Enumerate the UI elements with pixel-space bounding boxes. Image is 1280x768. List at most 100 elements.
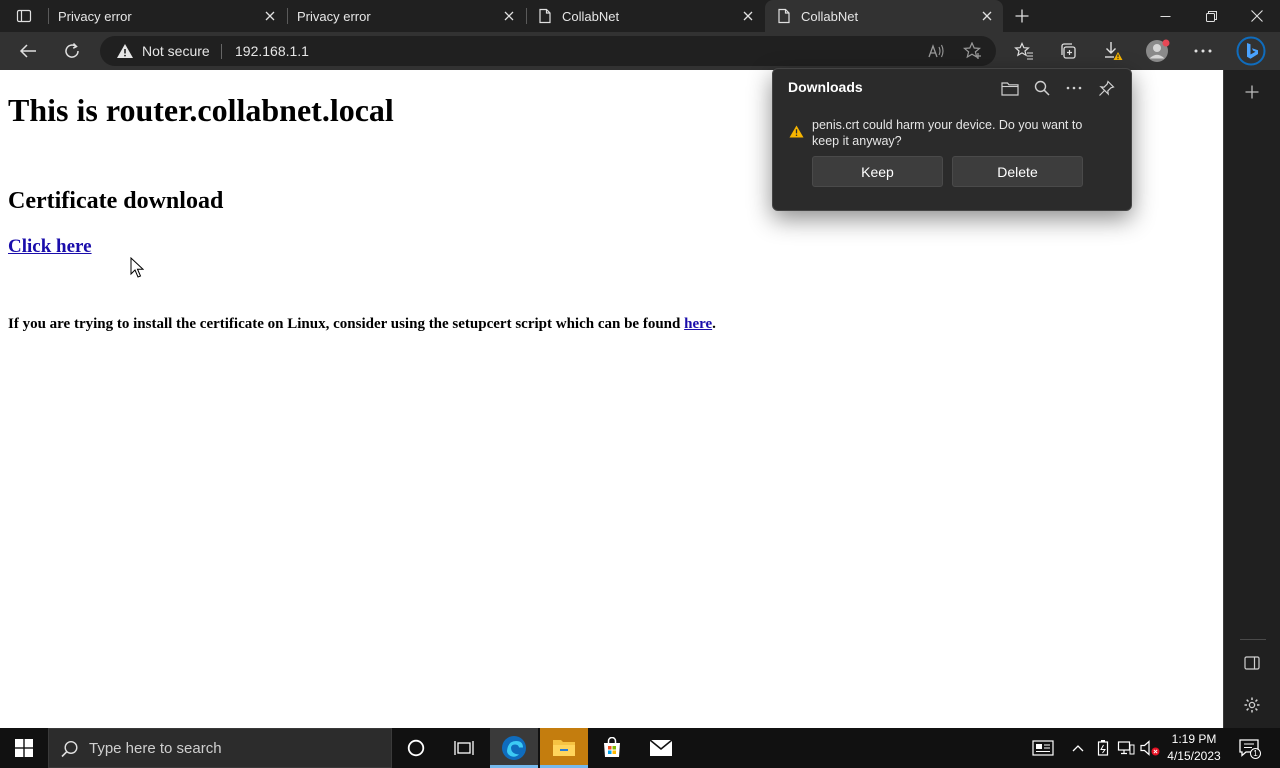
sidebar-settings-button[interactable]: [1238, 691, 1266, 719]
volume-button[interactable]: [1140, 738, 1160, 758]
search-placeholder: Type here to search: [89, 740, 222, 757]
bing-chat-button[interactable]: [1235, 35, 1267, 67]
network-icon: [1117, 741, 1135, 755]
news-button[interactable]: [1032, 738, 1054, 758]
volume-muted-icon: [1140, 740, 1160, 756]
taskbar-search-box[interactable]: Type here to search: [48, 728, 392, 768]
page-heading: This is router.collabnet.local: [8, 92, 394, 128]
settings-icon: [1244, 697, 1260, 713]
downloads-flyout: Downloads penis.crt could harm your devi…: [772, 68, 1132, 211]
settings-more-button[interactable]: [1187, 35, 1219, 67]
downloads-more-button[interactable]: [1062, 76, 1086, 100]
plus-icon: [1245, 85, 1259, 99]
close-icon: [265, 11, 275, 21]
battery-button[interactable]: [1093, 738, 1113, 758]
start-button[interactable]: [0, 728, 48, 768]
close-icon: [982, 11, 992, 21]
setupcert-script-link[interactable]: here: [684, 316, 712, 332]
warning-icon: [789, 125, 804, 138]
url-text[interactable]: 192.168.1.1: [235, 43, 309, 59]
sidebar-divider: [1240, 639, 1266, 640]
taskbar-store-button[interactable]: [588, 728, 636, 768]
address-divider: [221, 44, 222, 59]
close-icon: [504, 11, 514, 21]
pin-icon: [1098, 79, 1115, 96]
minimize-button[interactable]: [1142, 0, 1188, 32]
warning-icon[interactable]: [116, 43, 134, 59]
news-icon: [1032, 740, 1054, 756]
collections-icon: [1061, 43, 1076, 59]
keep-button[interactable]: Keep: [812, 156, 943, 187]
favorites-button[interactable]: [1008, 35, 1040, 67]
tab-close-button[interactable]: [262, 8, 278, 24]
edge-sidebar: [1223, 70, 1280, 728]
more-icon: [1194, 49, 1212, 53]
favorites-icon: [1014, 42, 1033, 60]
new-tab-button[interactable]: [1008, 2, 1036, 30]
tab-close-button[interactable]: [501, 8, 517, 24]
tab-label: Privacy error: [58, 8, 132, 24]
delete-button[interactable]: Delete: [952, 156, 1083, 187]
restore-icon: [1205, 10, 1217, 22]
profile-button[interactable]: [1142, 35, 1174, 67]
address-bar[interactable]: Not secure 192.168.1.1: [100, 36, 996, 66]
page-icon: [778, 8, 790, 24]
mail-icon: [649, 739, 673, 756]
notification-count: 1: [1250, 748, 1261, 759]
page-icon: [539, 8, 551, 24]
more-icon: [1066, 86, 1082, 90]
sidebar-add-button[interactable]: [1238, 78, 1266, 106]
close-icon: [743, 11, 753, 21]
refresh-icon: [65, 42, 79, 58]
linux-note-suffix: .: [712, 316, 716, 332]
windows-taskbar: Type here to search 1:19 PM 4/15/2023 1: [0, 728, 1280, 768]
taskbar-file-explorer-button[interactable]: [540, 728, 588, 768]
task-view-button[interactable]: [440, 728, 488, 768]
downloads-button[interactable]: [1097, 35, 1129, 67]
close-window-button[interactable]: [1234, 0, 1280, 32]
mouse-cursor-icon: [130, 257, 144, 278]
system-clock[interactable]: 1:19 PM 4/15/2023: [1164, 731, 1224, 765]
read-aloud-icon: [928, 44, 944, 58]
browser-toolbar: Not secure 192.168.1.1: [0, 32, 1280, 70]
profile-icon: [1146, 39, 1170, 62]
cortana-button[interactable]: [392, 728, 440, 768]
certificate-download-heading: Certificate download: [8, 188, 224, 214]
pin-downloads-button[interactable]: [1094, 76, 1118, 100]
split-screen-icon: [1244, 656, 1260, 670]
open-downloads-folder-button[interactable]: [998, 76, 1022, 100]
bing-icon: [1236, 36, 1266, 66]
tab-actions-icon: [16, 9, 32, 23]
taskbar-edge-button[interactable]: [490, 728, 538, 768]
linux-note: If you are trying to install the certifi…: [8, 316, 716, 333]
refresh-button[interactable]: [56, 35, 88, 67]
tab-collabnet-1[interactable]: CollabNet: [526, 0, 764, 32]
not-secure-label[interactable]: Not secure: [142, 43, 210, 59]
chevron-up-icon: [1072, 745, 1084, 752]
search-downloads-button[interactable]: [1030, 76, 1054, 100]
tab-actions-button[interactable]: [0, 0, 48, 32]
notification-center-button[interactable]: 1: [1238, 738, 1261, 759]
tab-close-button[interactable]: [979, 8, 995, 24]
windows-icon: [15, 739, 33, 757]
tab-collabnet-active[interactable]: CollabNet: [765, 0, 1003, 32]
back-button[interactable]: [12, 35, 44, 67]
clock-time: 1:19 PM: [1171, 732, 1217, 746]
network-button[interactable]: [1116, 738, 1136, 758]
taskbar-mail-button[interactable]: [637, 728, 685, 768]
tab-label: CollabNet: [562, 8, 620, 24]
tab-close-button[interactable]: [740, 8, 756, 24]
certificate-download-link[interactable]: Click here: [8, 236, 92, 258]
collections-button[interactable]: [1052, 35, 1084, 67]
clock-date: 4/15/2023: [1167, 749, 1221, 763]
tab-privacy-error-1[interactable]: Privacy error: [48, 0, 286, 32]
store-icon: [604, 737, 620, 757]
show-hidden-icons-button[interactable]: [1068, 738, 1088, 758]
close-icon: [1251, 10, 1263, 22]
read-aloud-button[interactable]: [921, 35, 953, 67]
tab-privacy-error-2[interactable]: Privacy error: [287, 0, 525, 32]
tab-strip: Privacy error Privacy error CollabNet Co…: [0, 0, 1280, 32]
split-screen-button[interactable]: [1238, 649, 1266, 677]
restore-button[interactable]: [1188, 0, 1234, 32]
add-favorite-button[interactable]: [957, 35, 989, 67]
